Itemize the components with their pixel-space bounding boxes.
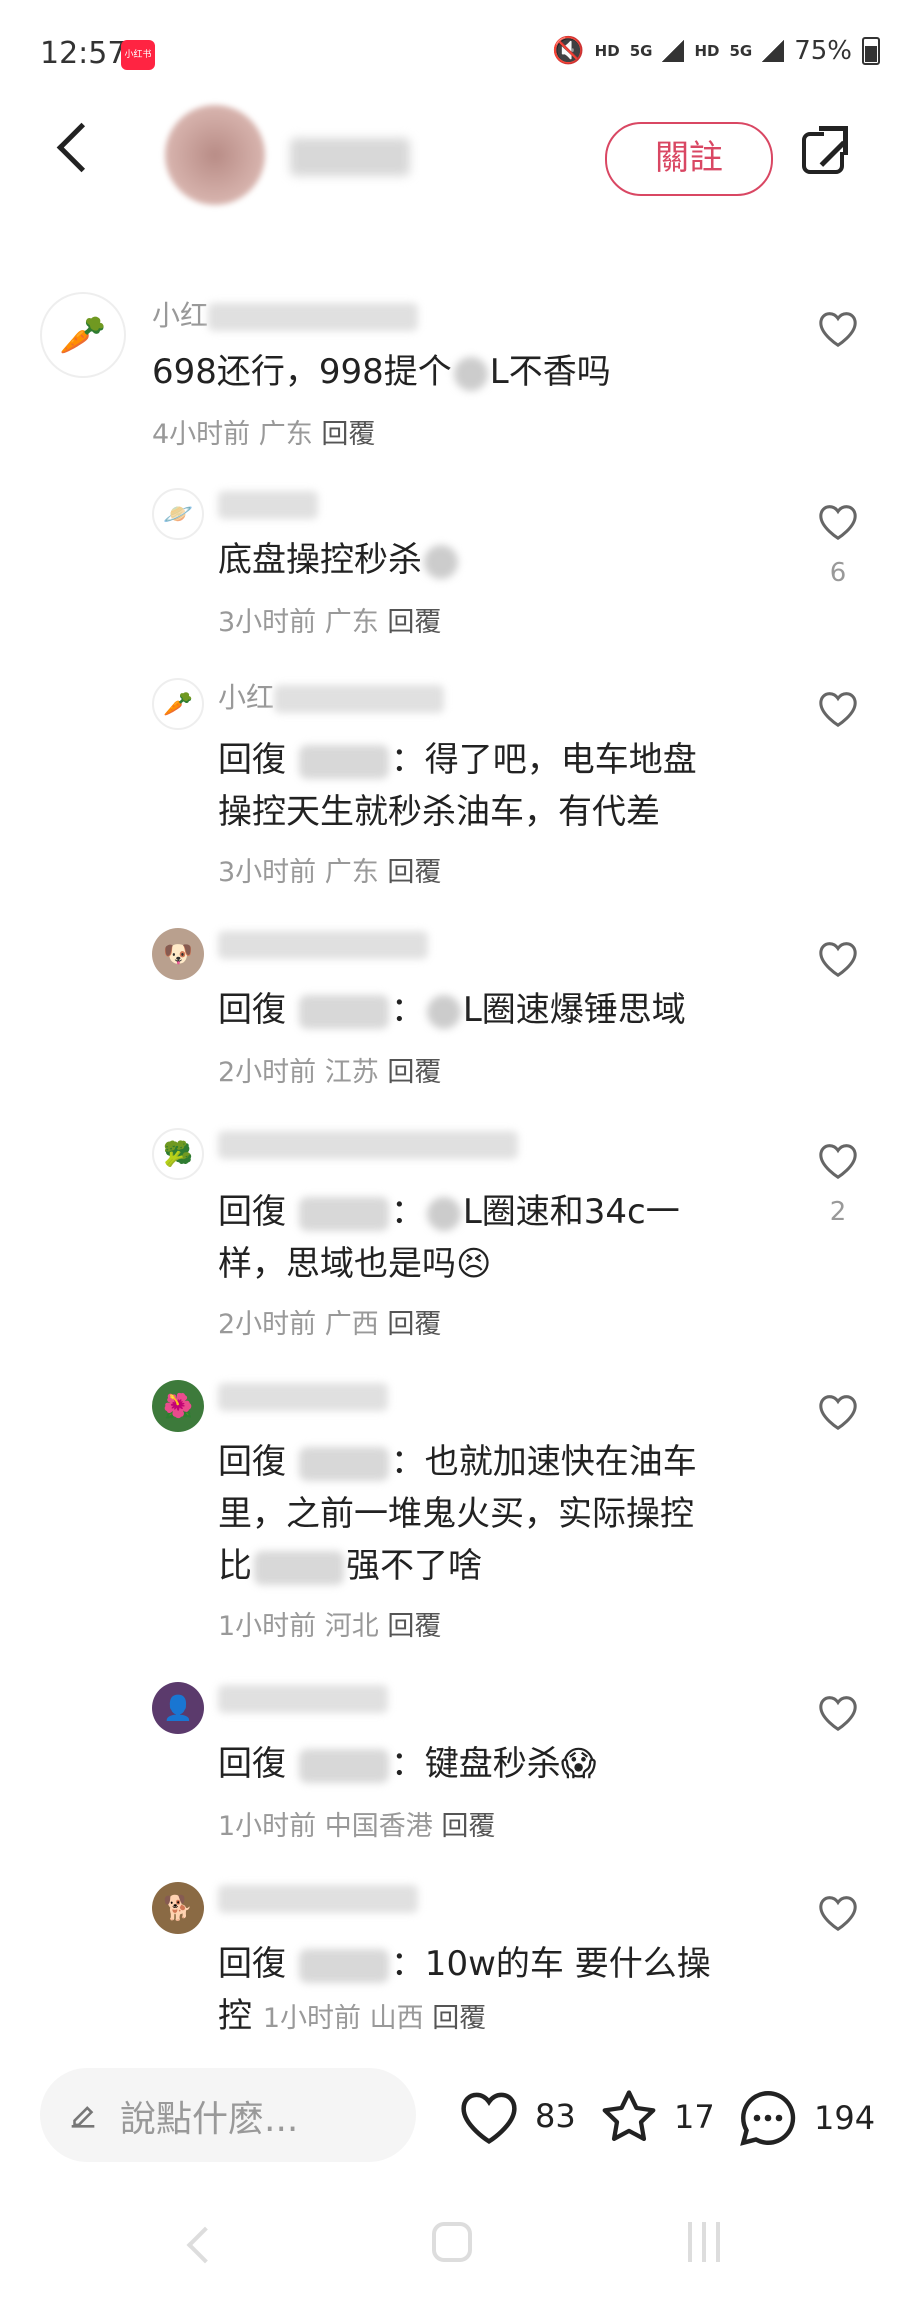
comment-username[interactable]: 小红 bbox=[152, 294, 419, 334]
comment-text: 底盘操控秒杀 bbox=[218, 534, 460, 586]
mute-icon: 🔇 bbox=[552, 36, 585, 66]
comment-username[interactable] bbox=[218, 1881, 418, 1914]
like-count: 6 bbox=[829, 558, 847, 588]
comment-meta: 3小时前 广东 回覆 bbox=[218, 857, 442, 888]
comment-meta: 1小时前 河北 回覆 bbox=[218, 1611, 442, 1642]
comment-input[interactable]: 說點什麽... bbox=[40, 2068, 416, 2162]
dog-photo-icon: 🐕 bbox=[163, 1894, 193, 1922]
comment-text: 回復 ：键盘秒杀😱 bbox=[218, 1744, 597, 1784]
comment-button[interactable]: 194 bbox=[734, 2085, 875, 2151]
comment-avatar[interactable]: 🥦 bbox=[152, 1128, 204, 1180]
comment-username[interactable]: 小红 bbox=[218, 676, 445, 716]
battery-icon bbox=[862, 37, 880, 65]
reply-link[interactable]: 回覆 bbox=[441, 1811, 495, 1842]
status-icons: 🔇 HD 5G HD 5G 75% bbox=[552, 36, 880, 66]
comment-meta: 1小时前 中国香港 回覆 bbox=[218, 1811, 496, 1842]
nav-home-icon[interactable] bbox=[432, 2222, 472, 2262]
reply-link[interactable]: 回覆 bbox=[321, 419, 375, 450]
reply-link[interactable]: 回覆 bbox=[387, 1309, 441, 1340]
reply-link[interactable]: 回覆 bbox=[387, 1057, 441, 1088]
network-indicator: 5G bbox=[629, 42, 653, 60]
reply-link[interactable]: 回覆 bbox=[387, 1611, 441, 1642]
reply-link[interactable]: 回覆 bbox=[432, 2003, 486, 2034]
comment-avatar[interactable]: 🌺 bbox=[152, 1380, 204, 1432]
like-heart-icon[interactable] bbox=[815, 1691, 861, 1733]
star-icon bbox=[602, 2090, 656, 2141]
dog-photo-icon: 🐶 bbox=[163, 940, 193, 968]
comment-avatar[interactable]: 🥕 bbox=[152, 678, 204, 730]
comment-count: 194 bbox=[814, 2099, 876, 2137]
emoji-sticker-icon: 😱 bbox=[560, 1744, 597, 1784]
comment-meta: 2小时前 广西 回覆 bbox=[218, 1309, 442, 1340]
comment-text: 回復 ：10w的车 要什么操 控 1小时前 山西 回覆 bbox=[218, 1944, 711, 2036]
signal-icon bbox=[662, 40, 685, 62]
comment-bubble-icon bbox=[740, 2091, 796, 2146]
pencil-icon bbox=[71, 2106, 95, 2128]
comment-username[interactable] bbox=[218, 1127, 518, 1160]
emoji-sticker-icon: 😣 bbox=[456, 1244, 492, 1284]
author-avatar[interactable] bbox=[165, 105, 265, 205]
carrot-icon: 🥕 bbox=[163, 690, 193, 718]
follow-button[interactable]: 關註 bbox=[605, 122, 773, 196]
comment-avatar[interactable]: 🥕 bbox=[40, 292, 126, 378]
share-icon[interactable] bbox=[802, 126, 848, 174]
status-time: 12:57 bbox=[40, 36, 127, 71]
comment-meta: 3小时前 广东 回覆 bbox=[218, 607, 442, 638]
broccoli-icon: 🥦 bbox=[163, 1140, 193, 1168]
like-count: 2 bbox=[829, 1197, 847, 1227]
author-name[interactable] bbox=[290, 138, 410, 176]
hd-indicator: HD bbox=[594, 42, 620, 60]
like-heart-icon[interactable] bbox=[815, 1390, 861, 1432]
comment-text: 698还行，998提个 L不香吗 bbox=[152, 352, 611, 392]
comment-avatar[interactable]: 🐶 bbox=[152, 928, 204, 980]
collect-button[interactable]: 17 bbox=[596, 2085, 715, 2149]
comment-meta: 4小时前 广东 回覆 bbox=[152, 419, 376, 450]
like-heart-icon[interactable] bbox=[815, 307, 861, 349]
comment-username[interactable] bbox=[218, 927, 428, 960]
comment-username[interactable] bbox=[218, 1379, 388, 1412]
comment-meta: 1小时前 山西 回覆 bbox=[262, 2003, 487, 2034]
comment-text: 回復 ： L圈速爆锤思域 bbox=[218, 990, 686, 1030]
anime-avatar-icon: 👤 bbox=[163, 1694, 193, 1722]
nav-back-icon[interactable] bbox=[186, 2226, 224, 2264]
reply-link[interactable]: 回覆 bbox=[387, 857, 441, 888]
like-heart-icon[interactable] bbox=[815, 500, 861, 542]
comment-username[interactable] bbox=[218, 1681, 388, 1714]
signal-icon-2 bbox=[762, 40, 785, 62]
like-heart-icon[interactable] bbox=[815, 1139, 861, 1181]
like-heart-icon[interactable] bbox=[815, 937, 861, 979]
app-notification-icon: 小红书 bbox=[121, 40, 155, 70]
collect-count: 17 bbox=[674, 2098, 715, 2136]
comment-avatar[interactable]: 🐕 bbox=[152, 1882, 204, 1934]
nav-recents-icon[interactable] bbox=[688, 2222, 728, 2262]
hd-indicator-2: HD bbox=[694, 42, 720, 60]
like-button[interactable]: 83 bbox=[455, 2085, 576, 2147]
comment-meta: 2小时前 江苏 回覆 bbox=[218, 1057, 442, 1088]
input-placeholder: 說點什麽... bbox=[120, 2099, 299, 2140]
heart-icon bbox=[461, 2092, 517, 2145]
comment-avatar[interactable]: 🪐 bbox=[152, 488, 204, 540]
flower-photo-icon: 🌺 bbox=[163, 1392, 193, 1420]
like-heart-icon[interactable] bbox=[815, 1891, 861, 1933]
network-indicator-2: 5G bbox=[729, 42, 753, 60]
comment-text: 回復 ： L圈速和34c一 样，思域也是吗😣 bbox=[218, 1192, 680, 1284]
like-count: 83 bbox=[535, 2097, 576, 2135]
carrot-icon: 🥕 bbox=[59, 312, 107, 357]
comment-username[interactable] bbox=[218, 487, 318, 520]
reply-link[interactable]: 回覆 bbox=[387, 607, 441, 638]
battery-level: 75% bbox=[794, 36, 852, 66]
comment-avatar[interactable]: 👤 bbox=[152, 1682, 204, 1734]
back-button[interactable] bbox=[56, 122, 107, 173]
comment-text: 回復 ：也就加速快在油车 里，之前一堆鬼火买，实际操控 比强不了啥 bbox=[218, 1442, 697, 1586]
comment-text: 回復 ：得了吧，电车地盘 操控天生就秒杀油车，有代差 bbox=[218, 740, 697, 832]
planet-icon: 🪐 bbox=[163, 500, 193, 528]
like-heart-icon[interactable] bbox=[815, 687, 861, 729]
